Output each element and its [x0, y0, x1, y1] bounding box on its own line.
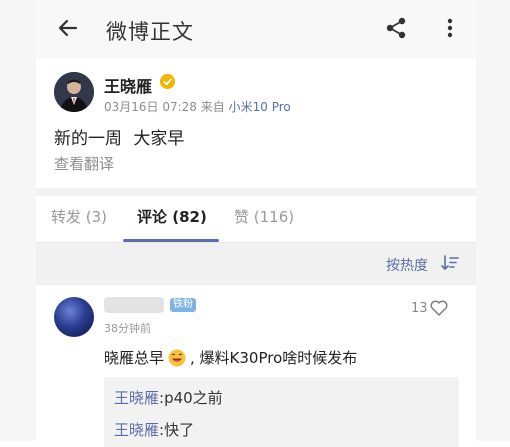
- tab-reposts[interactable]: 转发 (3): [51, 206, 107, 227]
- comment-text-start: 晓雁总早: [104, 349, 165, 367]
- comment-text-end: , 爆料K30Pro啥时候发布: [190, 349, 358, 367]
- post-content: 新的一周 大家早: [54, 129, 185, 149]
- laughing-emoji-icon: [168, 349, 186, 366]
- reply-item: 王晓雁:p40之前: [114, 387, 223, 408]
- sort-bar: 按热度: [36, 243, 476, 285]
- left-margin: [0, 0, 36, 441]
- app-frame: 微博正文 王晓雁 03月16日 07:28 来自 小米10 Pro 新的一周 大…: [36, 0, 476, 447]
- avatar-portrait-icon: [54, 72, 94, 112]
- author-name[interactable]: 王晓雁: [104, 73, 152, 97]
- verified-badge-icon: [160, 74, 175, 89]
- right-margin: [476, 0, 510, 441]
- active-tab-indicator: [123, 239, 219, 242]
- reply-author[interactable]: 王晓雁: [114, 389, 159, 407]
- more-vertical-icon[interactable]: [446, 17, 454, 39]
- post-tabs: 转发 (3) 评论 (82) 赞 (116): [36, 196, 476, 243]
- section-divider: [36, 188, 476, 196]
- share-icon[interactable]: [385, 17, 407, 39]
- comment-item: 铁粉 38分钟前 13 晓雁总早 , 爆料K30Pro啥时候发布 王晓雁:p40…: [36, 285, 476, 447]
- author-avatar[interactable]: [54, 72, 94, 112]
- post-meta: 03月16日 07:28 来自 小米10 Pro: [104, 98, 291, 115]
- reply-text: :快了: [159, 421, 195, 439]
- reply-author[interactable]: 王晓雁: [114, 421, 159, 439]
- page-title: 微博正文: [106, 20, 194, 44]
- source-prefix: 来自: [200, 100, 225, 114]
- commenter-avatar[interactable]: [54, 297, 94, 337]
- reply-box[interactable]: 王晓雁:p40之前 王晓雁:快了: [104, 377, 459, 447]
- tab-likes[interactable]: 赞 (116): [234, 206, 294, 227]
- post-source[interactable]: 小米10 Pro: [229, 100, 291, 114]
- reply-text: :p40之前: [159, 389, 223, 407]
- commenter-name-blurred[interactable]: [104, 297, 164, 313]
- sort-icon[interactable]: [441, 255, 459, 271]
- tab-comments[interactable]: 评论 (82): [137, 206, 207, 227]
- sort-by-hotness[interactable]: 按热度: [386, 255, 428, 275]
- heart-icon[interactable]: [430, 300, 448, 316]
- post-date: 03月16日 07:28: [104, 100, 197, 114]
- comment-text: 晓雁总早 , 爆料K30Pro啥时候发布: [104, 347, 357, 368]
- reply-item: 王晓雁:快了: [114, 419, 194, 440]
- comment-like-count: 13: [411, 301, 428, 316]
- fan-badge: 铁粉: [170, 298, 196, 312]
- back-arrow-icon[interactable]: [58, 18, 78, 38]
- weibo-post: 王晓雁 03月16日 07:28 来自 小米10 Pro 新的一周 大家早 查看…: [36, 58, 476, 188]
- translate-link[interactable]: 查看翻译: [54, 153, 114, 174]
- comment-time: 38分钟前: [104, 322, 151, 335]
- top-bar: 微博正文: [36, 0, 476, 58]
